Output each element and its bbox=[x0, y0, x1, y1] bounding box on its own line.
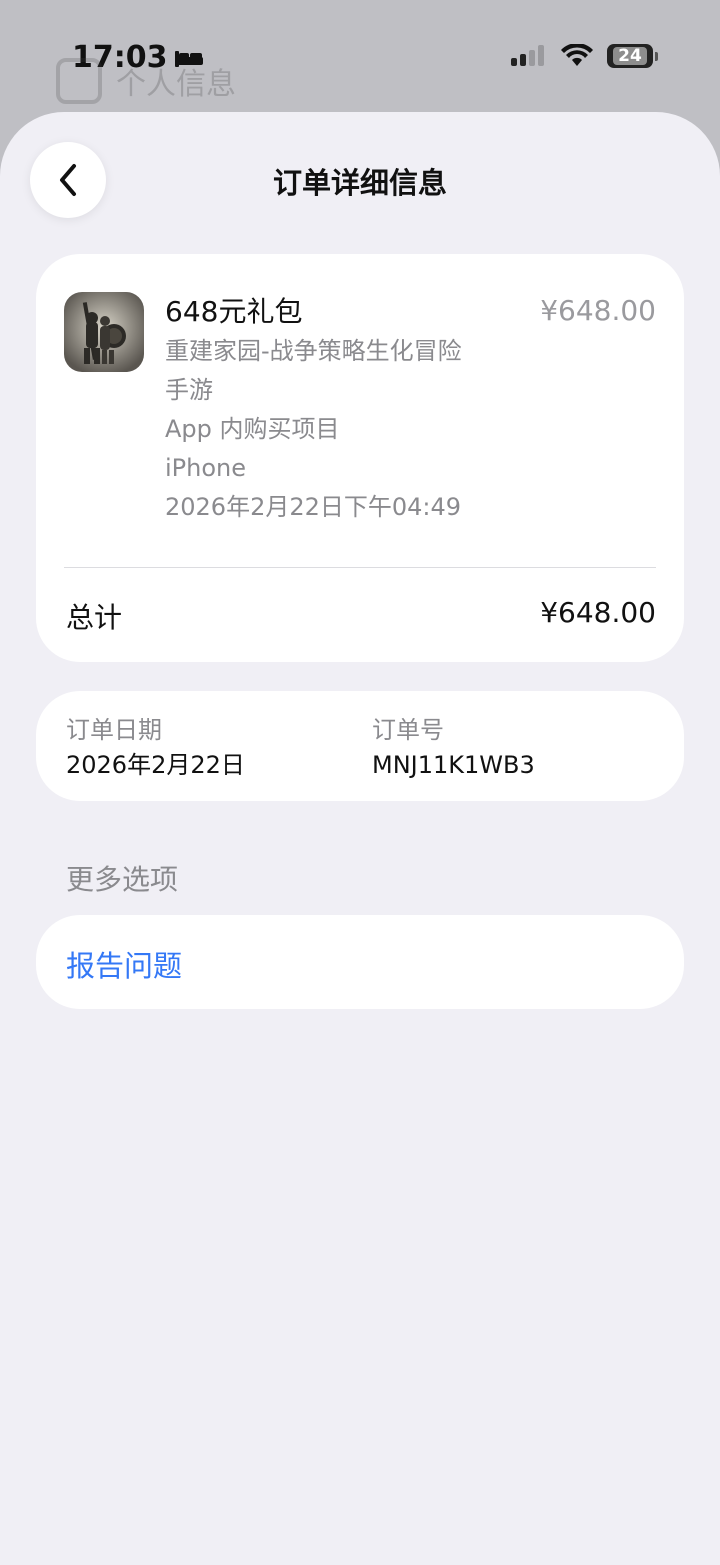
signal-icon bbox=[511, 45, 544, 66]
more-options-title: 更多选项 bbox=[66, 863, 179, 896]
battery-icon: 24 bbox=[607, 44, 653, 68]
purchase-datetime: 2026年2月22日下午04:49 bbox=[165, 493, 462, 521]
page-title: 订单详细信息 bbox=[272, 166, 447, 200]
order-date-label: 订单日期 bbox=[66, 716, 162, 744]
order-number-group: 订单号 MNJ11K1WB3 bbox=[372, 713, 535, 783]
divider bbox=[64, 567, 656, 568]
order-date-value: 2026年2月22日 bbox=[66, 751, 245, 779]
total-value: ¥648.00 bbox=[540, 596, 656, 629]
item-name: 648元礼包 bbox=[165, 295, 303, 328]
order-number-label: 订单号 bbox=[372, 716, 444, 744]
order-date-group: 订单日期 2026年2月22日 bbox=[66, 713, 245, 783]
report-problem-button[interactable]: 报告问题 bbox=[36, 915, 684, 1009]
app-icon[interactable] bbox=[64, 292, 144, 372]
battery-tip bbox=[655, 51, 658, 61]
app-name-line1: 重建家园-战争策略生化冒险 bbox=[165, 337, 462, 365]
background-page-header: 个人信息 bbox=[56, 58, 236, 104]
item-card: 648元礼包 重建家园-战争策略生化冒险 手游 App 内购买项目 iPhone… bbox=[36, 254, 684, 662]
device: iPhone bbox=[165, 454, 247, 482]
order-info-card: 订单日期 2026年2月22日 订单号 MNJ11K1WB3 bbox=[36, 691, 684, 801]
total-label: 总计 bbox=[66, 601, 123, 634]
background-page-title: 个人信息 bbox=[116, 67, 236, 102]
item-details: 648元礼包 重建家园-战争策略生化冒险 手游 App 内购买项目 iPhone… bbox=[165, 292, 462, 527]
order-detail-sheet: 订单详细信息 648元礼包 重建家园-战争策略生化冒险 手游 App 内购买项目… bbox=[0, 112, 720, 1565]
item-price: ¥648.00 bbox=[540, 294, 656, 327]
app-name-line2: 手游 bbox=[165, 376, 213, 404]
order-number-value: MNJ11K1WB3 bbox=[372, 751, 535, 779]
status-indicators: 24 bbox=[511, 44, 658, 68]
wifi-icon bbox=[561, 44, 593, 66]
purchase-type: App 内购买项目 bbox=[165, 415, 340, 443]
report-problem-label: 报告问题 bbox=[66, 949, 183, 983]
background-page-icon bbox=[56, 58, 102, 104]
battery-level: 24 bbox=[618, 46, 642, 66]
